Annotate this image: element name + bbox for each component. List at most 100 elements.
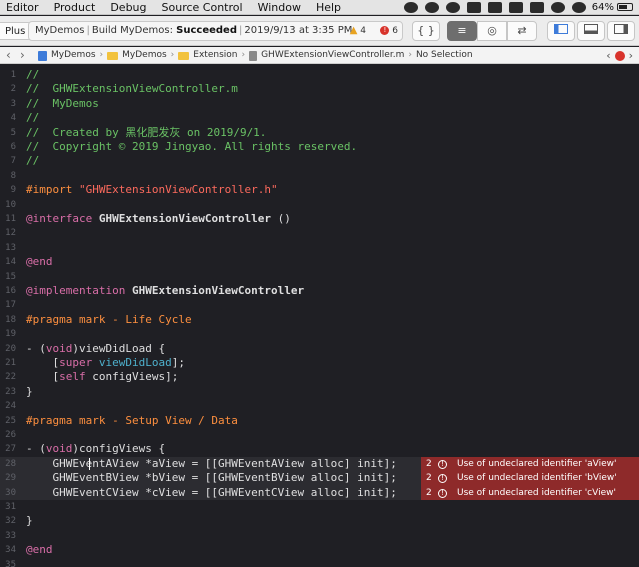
menu-help[interactable]: Help bbox=[310, 1, 341, 14]
airplay-icon[interactable] bbox=[529, 2, 544, 13]
menu-window[interactable]: Window bbox=[252, 1, 301, 14]
cloud-icon[interactable] bbox=[466, 2, 481, 13]
code-text[interactable]: [super viewDidLoad]; bbox=[26, 356, 185, 370]
line-number[interactable]: 4 bbox=[0, 111, 16, 125]
code-text[interactable]: @end bbox=[26, 543, 53, 557]
standard-editor-button[interactable]: ≡ bbox=[447, 21, 477, 41]
line-number[interactable]: 29 bbox=[0, 471, 16, 485]
line-number[interactable]: 18 bbox=[0, 313, 16, 327]
forward-arrow-icon[interactable]: › bbox=[20, 47, 25, 63]
code-text[interactable]: GHWEventBView *bView = [[GHWEventBView a… bbox=[26, 471, 396, 485]
code-text[interactable]: - (void)configViews { bbox=[26, 442, 165, 456]
code-line[interactable]: 5 // Created by 黑化肥发灰 on 2019/9/1. bbox=[0, 126, 639, 140]
code-line[interactable]: 15 bbox=[0, 270, 639, 284]
menu-editor[interactable]: Editor bbox=[0, 1, 39, 14]
crumb-selection[interactable]: No Selection bbox=[416, 47, 473, 64]
code-line[interactable]: 19 bbox=[0, 327, 639, 341]
wechat-icon[interactable] bbox=[403, 2, 418, 13]
code-line[interactable]: 9 #import "GHWExtensionViewController.h" bbox=[0, 183, 639, 197]
code-line[interactable]: 17 bbox=[0, 298, 639, 312]
code-line[interactable]: 3 // MyDemos bbox=[0, 97, 639, 111]
crumb-group-mydemos[interactable]: MyDemos bbox=[107, 47, 167, 64]
code-text[interactable]: @end bbox=[26, 255, 53, 269]
line-number[interactable]: 12 bbox=[0, 226, 16, 240]
inline-error-banner[interactable]: 2! Use of undeclared identifier 'cView' bbox=[421, 485, 639, 500]
line-number[interactable]: 19 bbox=[0, 327, 16, 341]
code-line[interactable]: 23} bbox=[0, 385, 639, 399]
line-number[interactable]: 13 bbox=[0, 241, 16, 255]
source-editor[interactable]: 1 // 2 // GHWExtensionViewController.m 3 // M… bbox=[0, 65, 639, 567]
line-number[interactable]: 8 bbox=[0, 169, 16, 183]
back-arrow-icon[interactable]: ‹ bbox=[6, 47, 11, 63]
line-number[interactable]: 27 bbox=[0, 442, 16, 456]
battery-indicator[interactable]: 64% bbox=[592, 2, 633, 13]
code-text[interactable]: } bbox=[26, 385, 33, 399]
code-text[interactable]: #pragma mark - Life Cycle bbox=[26, 313, 192, 327]
app-icon[interactable] bbox=[487, 2, 502, 13]
line-number[interactable]: 6 bbox=[0, 140, 16, 154]
code-text[interactable]: - (void)viewDidLoad { bbox=[26, 342, 165, 356]
issue-error-icon[interactable] bbox=[614, 51, 625, 61]
line-number[interactable]: 15 bbox=[0, 270, 16, 284]
code-line[interactable]: 24 bbox=[0, 399, 639, 413]
code-line[interactable]: 12 bbox=[0, 226, 639, 240]
code-line[interactable]: 25 #pragma mark - Setup View / Data bbox=[0, 414, 639, 428]
code-text[interactable]: // bbox=[26, 68, 39, 82]
line-number[interactable]: 14 bbox=[0, 255, 16, 269]
code-line[interactable]: 13 bbox=[0, 241, 639, 255]
code-line[interactable]: 29 GHWEventBView *bView = [[GHWEventBVie… bbox=[0, 471, 639, 486]
code-line[interactable]: 20 - (void)viewDidLoad { bbox=[0, 342, 639, 356]
assistant-editor-button[interactable]: ◎ bbox=[477, 21, 507, 41]
next-issue-icon[interactable]: › bbox=[629, 49, 633, 62]
navigator-toggle-button[interactable] bbox=[547, 21, 575, 41]
code-text[interactable]: // GHWExtensionViewController.m bbox=[26, 82, 238, 96]
code-line[interactable]: 31 bbox=[0, 500, 639, 514]
line-number[interactable]: 22 bbox=[0, 370, 16, 384]
crumb-group-extension[interactable]: Extension bbox=[178, 47, 237, 64]
line-number[interactable]: 17 bbox=[0, 298, 16, 312]
code-text[interactable]: // MyDemos bbox=[26, 97, 99, 111]
menu-debug[interactable]: Debug bbox=[104, 1, 146, 14]
code-line[interactable]: 11 @interface GHWExtensionViewController … bbox=[0, 212, 639, 226]
code-line[interactable]: 7 // bbox=[0, 154, 639, 168]
line-number[interactable]: 24 bbox=[0, 399, 16, 413]
code-line[interactable]: 6 // Copyright © 2019 Jingyao. All rights… bbox=[0, 140, 639, 154]
code-line[interactable]: 14 @end bbox=[0, 255, 639, 269]
line-number[interactable]: 21 bbox=[0, 356, 16, 370]
scheme-selector[interactable]: Plus bbox=[0, 22, 32, 40]
line-number[interactable]: 9 bbox=[0, 183, 16, 197]
code-text[interactable]: @implementation GHWExtensionViewControll… bbox=[26, 284, 304, 298]
line-number[interactable]: 11 bbox=[0, 212, 16, 226]
keyboard-icon[interactable] bbox=[508, 2, 523, 13]
code-line[interactable]: 32} bbox=[0, 514, 639, 528]
code-text[interactable]: @interface GHWExtensionViewController () bbox=[26, 212, 291, 226]
code-text[interactable]: // Created by 黑化肥发灰 on 2019/9/1. bbox=[26, 126, 266, 140]
line-number[interactable]: 34 bbox=[0, 543, 16, 557]
line-number[interactable]: 16 bbox=[0, 284, 16, 298]
line-number[interactable]: 28 bbox=[0, 457, 16, 471]
menu-source-control[interactable]: Source Control bbox=[156, 1, 243, 14]
code-line[interactable]: 1 // bbox=[0, 68, 639, 82]
line-number[interactable]: 26 bbox=[0, 428, 16, 442]
error-count[interactable]: ! 6 bbox=[380, 22, 398, 40]
library-button[interactable]: { } bbox=[412, 21, 440, 41]
code-line[interactable]: 21 [super viewDidLoad]; bbox=[0, 356, 639, 370]
debug-area-toggle-button[interactable] bbox=[577, 21, 605, 41]
crumb-project[interactable]: MyDemos bbox=[38, 47, 96, 64]
code-line[interactable]: 10 bbox=[0, 198, 639, 212]
line-number[interactable]: 20 bbox=[0, 342, 16, 356]
line-number[interactable]: 32 bbox=[0, 514, 16, 528]
code-text[interactable]: #pragma mark - Setup View / Data bbox=[26, 414, 238, 428]
inspector-toggle-button[interactable] bbox=[607, 21, 635, 41]
inline-error-banner[interactable]: 2! Use of undeclared identifier 'aView' bbox=[421, 456, 639, 472]
line-number[interactable]: 25 bbox=[0, 414, 16, 428]
inline-error-banner[interactable]: 2! Use of undeclared identifier 'bView' bbox=[421, 471, 639, 486]
code-text[interactable]: // Copyright © 2019 Jingyao. All rights … bbox=[26, 140, 357, 154]
code-line[interactable]: 18 #pragma mark - Life Cycle bbox=[0, 313, 639, 327]
line-number[interactable]: 3 bbox=[0, 97, 16, 111]
code-line[interactable]: 8 bbox=[0, 169, 639, 183]
code-line[interactable]: 35 bbox=[0, 558, 639, 567]
code-line[interactable]: 2 // GHWExtensionViewController.m bbox=[0, 82, 639, 96]
crumb-file[interactable]: GHWExtensionViewController.m bbox=[249, 47, 404, 64]
code-line[interactable]: 33 bbox=[0, 529, 639, 543]
